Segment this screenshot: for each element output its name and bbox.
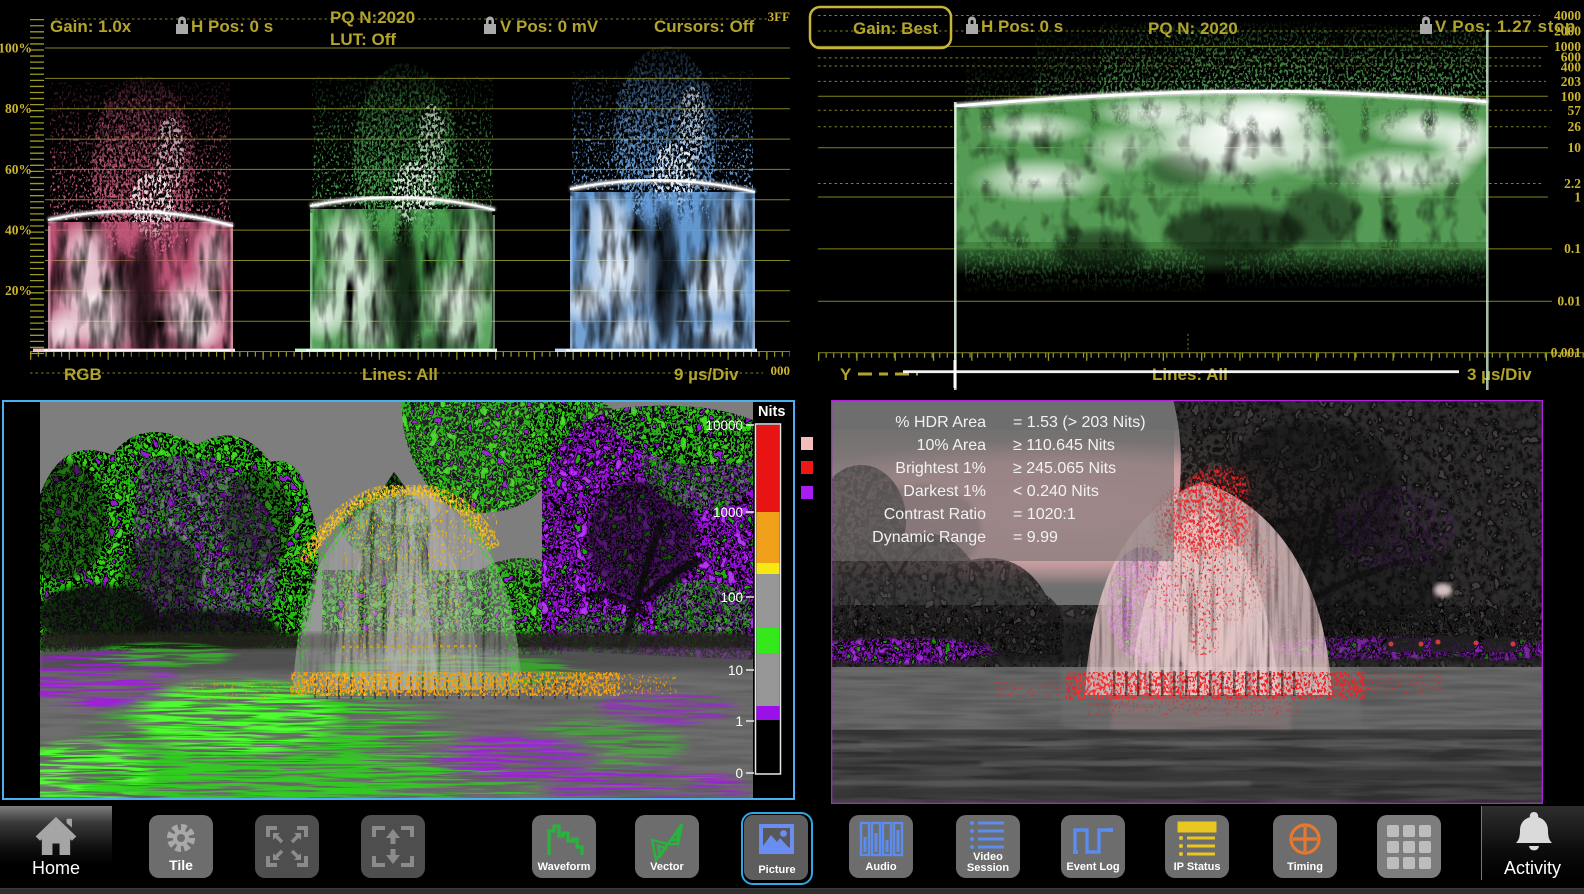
svg-text:V Pos: 0 mV: V Pos: 0 mV [500,17,599,36]
svg-text:1: 1 [1574,190,1581,205]
svg-text:60%: 60% [5,162,32,177]
svg-text:Gain: 1.0x: Gain: 1.0x [50,17,132,36]
svg-text:Dynamic Range: Dynamic Range [872,529,986,546]
svg-text:RGB: RGB [64,365,102,384]
svg-text:Contrast Ratio: Contrast Ratio [884,506,986,523]
svg-text:0.001: 0.001 [1551,345,1582,360]
svg-text:H Pos: 0 s: H Pos: 0 s [191,17,273,36]
svg-text:10: 10 [1568,140,1582,155]
svg-text:Darkest 1%: Darkest 1% [903,483,986,500]
svg-text:= 9.99: = 9.99 [1013,529,1058,546]
svg-text:PQ N:2020: PQ N:2020 [330,8,415,27]
svg-text:400: 400 [1561,60,1582,75]
svg-text:20%: 20% [5,283,32,298]
svg-text:203: 203 [1561,74,1582,89]
svg-text:= 1020:1: = 1020:1 [1013,506,1076,523]
svg-text:0.1: 0.1 [1564,241,1581,256]
svg-text:LUT: Off: LUT: Off [330,30,396,49]
svg-text:Cursors: Off: Cursors: Off [654,17,754,36]
svg-text:Gain: Best: Gain: Best [853,19,938,38]
svg-text:0: 0 [735,766,743,781]
svg-text:000: 000 [771,363,791,378]
svg-text:Lines: All: Lines: All [362,365,438,384]
svg-text:100%: 100% [0,41,32,56]
svg-text:≥ 245.065 Nits: ≥ 245.065 Nits [1013,460,1116,477]
svg-text:Brightest 1%: Brightest 1% [895,460,986,477]
svg-text:% HDR Area: % HDR Area [895,414,986,431]
svg-text:26: 26 [1568,119,1582,134]
svg-text:3FF: 3FF [768,9,790,24]
svg-text:80%: 80% [5,101,32,116]
svg-text:100: 100 [720,590,743,605]
svg-text:10000: 10000 [705,418,743,433]
svg-text:≥ 110.645 Nits: ≥ 110.645 Nits [1013,437,1115,454]
svg-text:< 0.240 Nits: < 0.240 Nits [1013,483,1099,500]
svg-text:0.01: 0.01 [1557,294,1581,309]
svg-text:100: 100 [1561,89,1582,104]
svg-text:1000: 1000 [713,505,743,520]
svg-text:= 1.53 (> 203 Nits): = 1.53 (> 203 Nits) [1013,414,1146,431]
svg-text:10: 10 [728,663,743,678]
svg-text:1: 1 [735,714,743,729]
svg-text:9 µs/Div: 9 µs/Div [674,365,739,384]
svg-text:3 µs/Div: 3 µs/Div [1467,365,1532,384]
svg-text:40%: 40% [5,223,32,238]
svg-text:Nits: Nits [758,404,785,420]
svg-text:57: 57 [1568,103,1582,118]
svg-text:10% Area: 10% Area [917,437,986,454]
svg-text:Y: Y [840,365,852,384]
svg-text:Lines: All: Lines: All [1152,365,1228,384]
